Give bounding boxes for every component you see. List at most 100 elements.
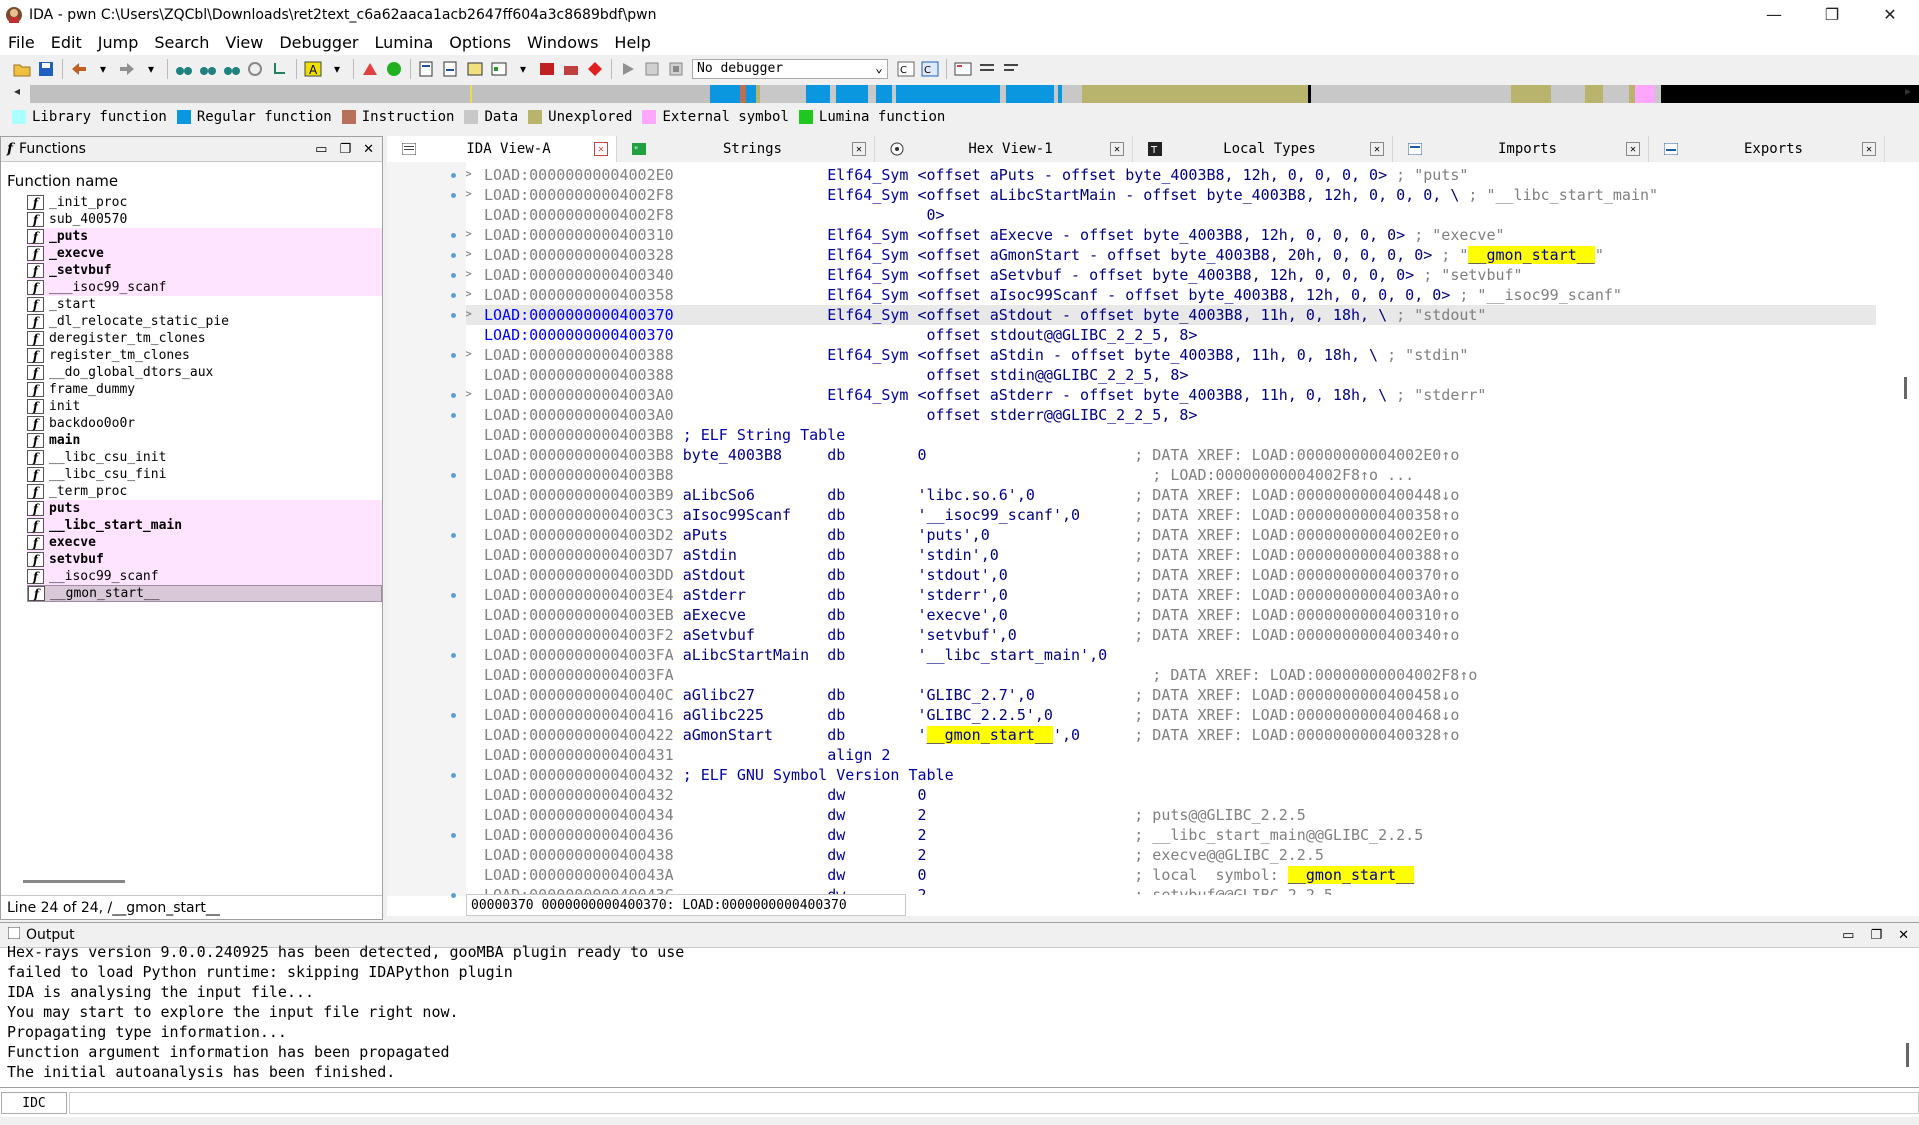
tab-hex-view-1[interactable]: Hex View-1 ✕ (875, 136, 1133, 162)
menu-debugger[interactable]: Debugger (271, 33, 366, 52)
highlighted-symbol[interactable]: __gmon_start__ (1287, 866, 1415, 884)
idc-language-button[interactable]: IDC (1, 1092, 67, 1114)
disasm-line[interactable]: > LOAD:0000000000400388 Elf64_Sym <offset… (466, 345, 1876, 365)
function-list-item[interactable]: f register_tm_clones (27, 347, 382, 364)
patch-icon[interactable] (561, 59, 581, 79)
disasm-line[interactable]: LOAD:00000000004003B9 aLibcSo6 db 'libc.… (466, 485, 1876, 505)
tab-strings[interactable]: " Strings ✕ (617, 136, 875, 162)
disasm-line[interactable]: > LOAD:00000000004003A0 Elf64_Sym <offset… (466, 385, 1876, 405)
close-tab-icon[interactable]: ✕ (594, 142, 608, 156)
stop-debug-icon[interactable] (666, 59, 686, 79)
function-list-item[interactable]: f __do_global_dtors_aux (27, 364, 382, 381)
binoculars-icon[interactable] (174, 59, 194, 79)
disasm-line[interactable]: LOAD:00000000004003FA ; DATA XREF: LOAD:… (466, 665, 1876, 685)
back-arrow-icon[interactable] (69, 59, 89, 79)
panel-float-icon[interactable]: ❐ (1870, 928, 1882, 943)
nav-right-arrow-icon[interactable]: ▸ (1905, 84, 1911, 98)
disasm-line[interactable]: LOAD:00000000004002F8 0> (466, 205, 1876, 225)
disasm-line[interactable]: LOAD:0000000000400431 align 2 (466, 745, 1876, 765)
panel-close-icon[interactable]: ✕ (363, 142, 374, 157)
function-list-item[interactable]: f deregister_tm_clones (27, 330, 382, 347)
menu-search[interactable]: Search (146, 33, 217, 52)
tab-exports[interactable]: Exports ✕ (1649, 136, 1885, 162)
close-tab-icon[interactable]: ✕ (852, 142, 866, 156)
menu-edit[interactable]: Edit (43, 33, 90, 52)
function-list-item[interactable]: f setvbuf (27, 551, 382, 568)
disasm-line[interactable]: LOAD:00000000004003D7 aStdin db 'stdin',… (466, 545, 1876, 565)
disasm-line[interactable]: LOAD:00000000004003FA aLibcStartMain db … (466, 645, 1876, 665)
disasm-line[interactable]: LOAD:00000000004003EB aExecve db 'execve… (466, 605, 1876, 625)
disasm-line[interactable]: > LOAD:0000000000400328 Elf64_Sym <offset… (466, 245, 1876, 265)
close-tab-icon[interactable]: ✕ (1862, 142, 1876, 156)
disasm-line[interactable]: LOAD:0000000000400436 dw 2 ; __libc_star… (466, 825, 1876, 845)
forward-arrow-icon[interactable] (117, 59, 137, 79)
disasm-line[interactable]: > LOAD:00000000004002F8 Elf64_Sym <offset… (466, 185, 1876, 205)
string-icon[interactable] (465, 59, 485, 79)
code-icon[interactable] (417, 59, 437, 79)
dropdown-arrow-icon[interactable]: ▾ (513, 59, 533, 79)
play-icon[interactable] (618, 59, 638, 79)
list-alt-icon[interactable] (1001, 59, 1021, 79)
navigation-band-strip[interactable] (30, 85, 1919, 103)
disasm-line[interactable]: LOAD:00000000004003B8 ; LOAD:00000000004… (466, 465, 1876, 485)
function-name-column-header[interactable]: Function name (1, 168, 382, 194)
tab-local-types[interactable]: T Local Types ✕ (1133, 136, 1393, 162)
disasm-line[interactable]: LOAD:000000000040040C aGlibc27 db 'GLIBC… (466, 685, 1876, 705)
binoculars-text-icon[interactable] (198, 59, 218, 79)
minimize-button[interactable]: — (1745, 0, 1803, 29)
disasm-line[interactable]: > LOAD:0000000000400310 Elf64_Sym <offset… (466, 225, 1876, 245)
disasm-line[interactable]: LOAD:0000000000400422 aGmonStart db '__g… (466, 725, 1876, 745)
function-list-item[interactable]: f main (27, 432, 382, 449)
highlighted-symbol[interactable]: __gmon_start__ (1468, 246, 1595, 264)
function-list-item[interactable]: f __libc_csu_fini (27, 466, 382, 483)
expand-arrow-icon[interactable]: > (466, 265, 472, 285)
function-list-item[interactable]: f __isoc99_scanf (27, 568, 382, 585)
disasm-line[interactable]: > LOAD:0000000000400340 Elf64_Sym <offset… (466, 265, 1876, 285)
close-tab-icon[interactable]: ✕ (1370, 142, 1384, 156)
disasm-line[interactable]: LOAD:0000000000400432 dw 0 (466, 785, 1876, 805)
function-list-item[interactable]: f _puts (27, 228, 382, 245)
close-tab-icon[interactable]: ✕ (1626, 142, 1640, 156)
menu-jump[interactable]: Jump (90, 33, 147, 52)
expand-arrow-icon[interactable]: > (466, 225, 472, 245)
output-scrollbar[interactable] (1906, 1043, 1909, 1067)
function-list-item[interactable]: f puts (27, 500, 382, 517)
flowchart-icon[interactable] (360, 59, 380, 79)
binoculars-next-icon[interactable] (222, 59, 242, 79)
navigation-band[interactable]: ◂ ▸ (0, 82, 1919, 104)
function-list-item[interactable]: f backdoo0o0r (27, 415, 382, 432)
menu-view[interactable]: View (217, 33, 271, 52)
expand-arrow-icon[interactable]: > (466, 285, 472, 305)
expand-arrow-icon[interactable]: > (466, 165, 472, 185)
array-icon[interactable] (489, 59, 509, 79)
disasm-line[interactable]: LOAD:00000000004003A0 offset stderr@@GLI… (466, 405, 1876, 425)
pause-icon[interactable] (642, 59, 662, 79)
expand-arrow-icon[interactable]: > (466, 385, 472, 405)
function-list-item[interactable]: f sub_400570 (27, 211, 382, 228)
disasm-line[interactable]: LOAD:00000000004003DD aStdout db 'stdout… (466, 565, 1876, 585)
function-list-item[interactable]: f init (27, 398, 382, 415)
attach-icon[interactable]: C (896, 59, 916, 79)
menu-help[interactable]: Help (606, 33, 658, 52)
close-tab-icon[interactable]: ✕ (1110, 142, 1124, 156)
disasm-line[interactable]: LOAD:00000000004003E4 aStderr db 'stderr… (466, 585, 1876, 605)
menu-windows[interactable]: Windows (519, 33, 606, 52)
expand-arrow-icon[interactable]: > (466, 245, 472, 265)
tab-imports[interactable]: Imports ✕ (1393, 136, 1649, 162)
function-list-item[interactable]: f __libc_start_main (27, 517, 382, 534)
disasm-line[interactable]: > LOAD:0000000000400370 Elf64_Sym <offset… (466, 305, 1876, 325)
close-window-button[interactable]: ✕ (1861, 0, 1919, 29)
nav-left-arrow-icon[interactable]: ◂ (14, 84, 20, 98)
save-icon[interactable] (36, 59, 56, 79)
disassembly-listing[interactable]: > LOAD:00000000004002E0 Elf64_Sym <offset… (466, 165, 1876, 895)
open-folder-icon[interactable] (12, 59, 32, 79)
function-list-item[interactable]: f __libc_csu_init (27, 449, 382, 466)
disasm-line[interactable]: LOAD:0000000000400388 offset stdin@@GLIB… (466, 365, 1876, 385)
disasm-line[interactable]: LOAD:0000000000400416 aGlibc225 db 'GLIB… (466, 705, 1876, 725)
disasm-line[interactable]: > LOAD:0000000000400358 Elf64_Sym <offset… (466, 285, 1876, 305)
dropdown-arrow-icon[interactable]: ▾ (327, 59, 347, 79)
dropdown-arrow-icon[interactable]: ▾ (93, 59, 113, 79)
dropdown-arrow-icon[interactable]: ▾ (141, 59, 161, 79)
function-list-item[interactable]: f _dl_relocate_static_pie (27, 313, 382, 330)
highlighted-symbol[interactable]: __gmon_start__ (926, 726, 1053, 744)
